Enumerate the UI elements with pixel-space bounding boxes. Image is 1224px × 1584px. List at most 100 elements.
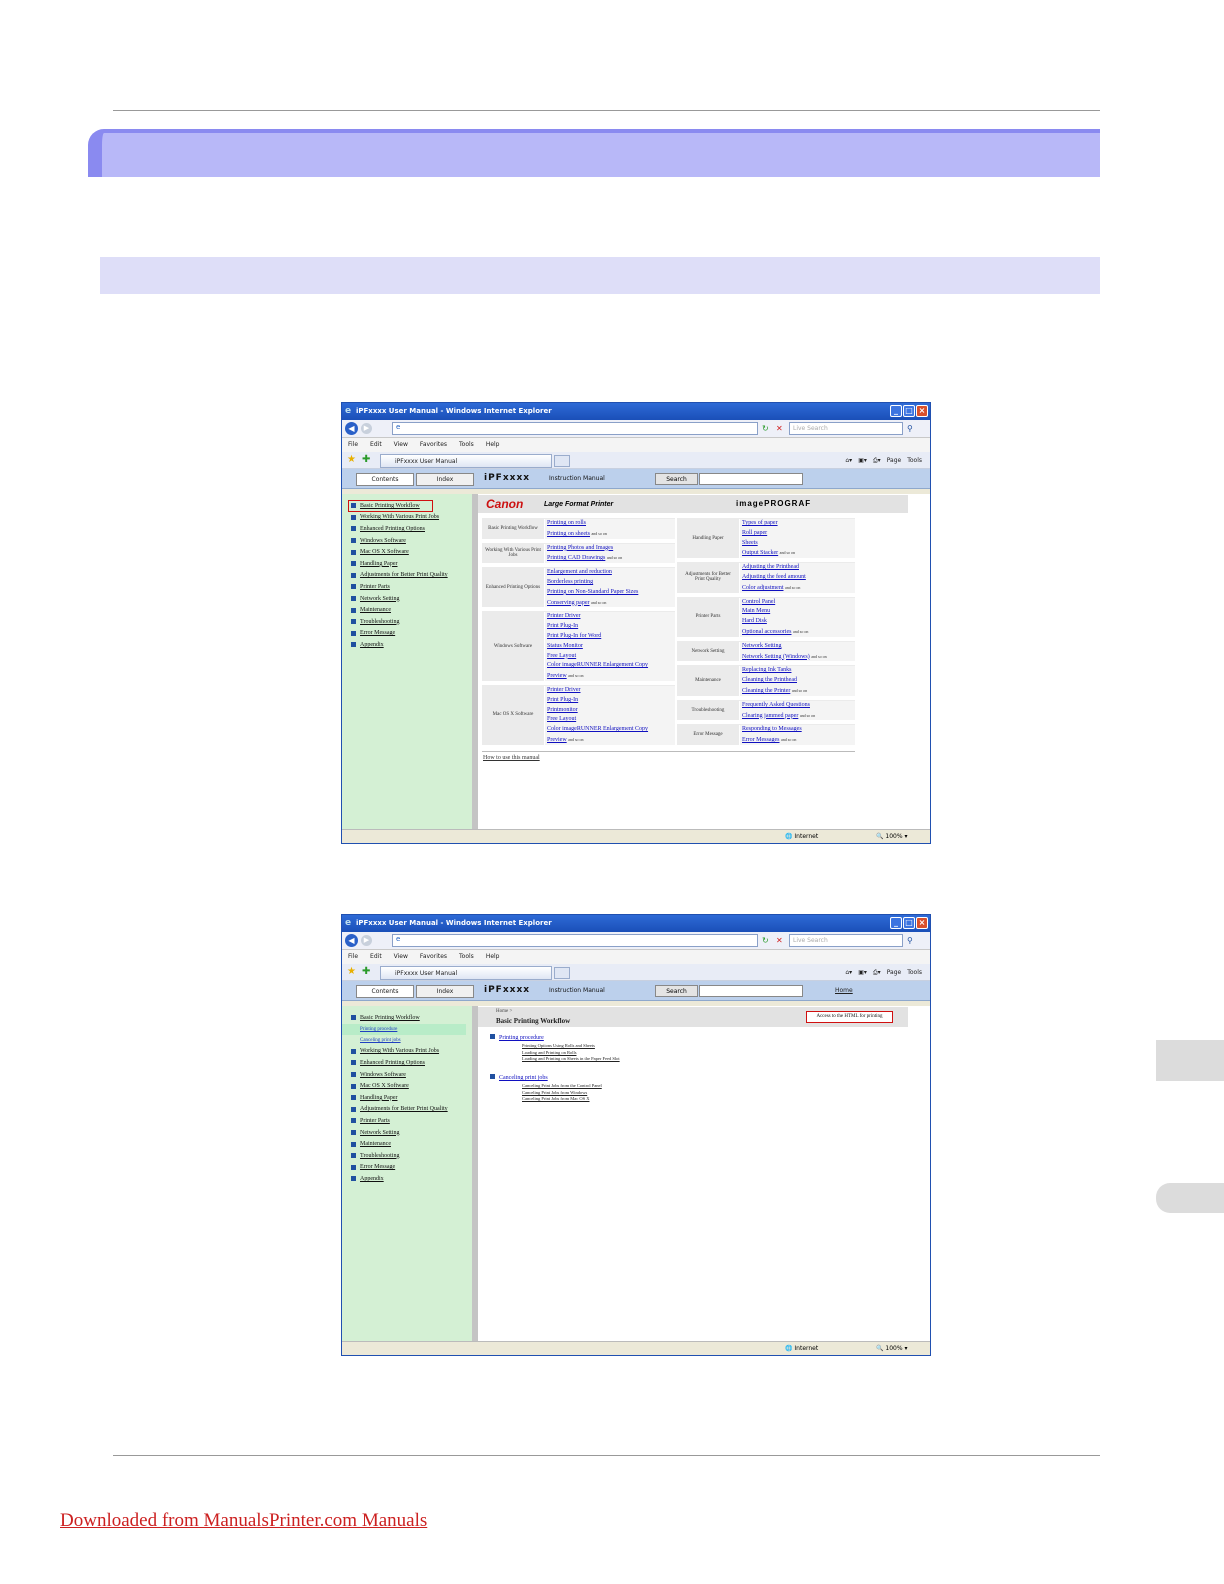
sidebar-item[interactable]: Mac OS X Software: [342, 546, 472, 558]
group-link-text[interactable]: Status Monitor: [547, 643, 583, 649]
menu-favorites[interactable]: Favorites: [420, 438, 447, 452]
stop-icon[interactable]: ✕: [776, 935, 783, 946]
search-icon[interactable]: ⚲: [907, 423, 913, 434]
add-favorites-icon[interactable]: ✚: [362, 454, 370, 466]
maximize-icon[interactable]: □: [903, 917, 915, 929]
group-link-text[interactable]: Replacing Ink Tanks: [742, 667, 791, 673]
sidebar-item[interactable]: Handling Paper: [342, 1092, 472, 1104]
howto-link[interactable]: How to use this manual: [483, 755, 540, 761]
sidebar-item[interactable]: Working With Various Print Jobs: [342, 1046, 472, 1058]
browser-tab[interactable]: iPFxxxx User Manual: [380, 966, 552, 980]
download-source-link[interactable]: Downloaded from ManualsPrinter.com Manua…: [60, 1510, 427, 1532]
group-link-text[interactable]: Color adjustment: [742, 585, 784, 591]
section-link[interactable]: Canceling Print Jobs from Mac OS X: [522, 1096, 590, 1101]
sidebar-item[interactable]: Working With Various Print Jobs: [342, 512, 472, 524]
menu-tools[interactable]: Tools: [459, 950, 474, 964]
group-link-text[interactable]: Error Messages: [742, 737, 780, 743]
group-link-text[interactable]: Clearing jammed paper: [742, 713, 798, 719]
group-link-text[interactable]: Printer Driver: [547, 687, 581, 693]
group-link-text[interactable]: Printing on Non-Standard Paper Sizes: [547, 589, 638, 595]
group-link-text[interactable]: Printing Photos and Images: [547, 545, 613, 551]
group-link-text[interactable]: Printing on sheets: [547, 531, 590, 537]
group-link[interactable]: Conserving paper and so on: [545, 598, 675, 608]
group-link-text[interactable]: Color imageRUNNER Enlargement Copy: [547, 662, 648, 668]
group-link[interactable]: Sheets: [740, 539, 855, 549]
access-html-printing-button[interactable]: Access to the HTML for printing: [806, 1011, 893, 1023]
zoom-level[interactable]: 🔍 100% ▾: [876, 1342, 907, 1355]
group-link[interactable]: Color imageRUNNER Enlargement Copy: [545, 661, 675, 671]
group-link-text[interactable]: Free Layout: [547, 653, 576, 659]
group-link-text[interactable]: Printer Driver: [547, 613, 581, 619]
forward-icon[interactable]: ▶: [361, 935, 372, 946]
feeds-icon[interactable]: ▣▾: [858, 967, 867, 978]
group-link-text[interactable]: Main Menu: [742, 608, 770, 614]
menu-tools[interactable]: Tools: [459, 438, 474, 452]
search-icon[interactable]: ⚲: [907, 935, 913, 946]
menu-favorites[interactable]: Favorites: [420, 950, 447, 964]
stop-icon[interactable]: ✕: [776, 423, 783, 434]
group-link-text[interactable]: Optional accessories: [742, 629, 791, 635]
group-link-text[interactable]: Color imageRUNNER Enlargement Copy: [547, 726, 648, 732]
group-link[interactable]: Frequently Asked Questions: [740, 701, 855, 711]
group-link-text[interactable]: Types of paper: [742, 520, 778, 526]
sidebar-item[interactable]: Printer Parts: [342, 581, 472, 593]
menu-help[interactable]: Help: [486, 438, 500, 452]
section-link[interactable]: Printing Options Using Rolls and Sheets: [522, 1043, 595, 1048]
group-link[interactable]: Responding to Messages: [740, 725, 855, 735]
section-title[interactable]: Canceling print jobs: [499, 1075, 548, 1081]
maximize-icon[interactable]: □: [903, 405, 915, 417]
sidebar-item[interactable]: Error Message: [342, 628, 472, 640]
section-heading[interactable]: Canceling print jobs: [490, 1074, 548, 1081]
group-link-text[interactable]: Cleaning the Printer: [742, 688, 790, 694]
section-link[interactable]: Canceling Print Jobs from Windows: [522, 1090, 587, 1095]
group-link-text[interactable]: Printmonitor: [547, 707, 578, 713]
group-link[interactable]: Printing Photos and Images: [545, 544, 675, 554]
group-link[interactable]: Printer Driver: [545, 686, 675, 696]
group-link[interactable]: Output Stacker and so on: [740, 548, 855, 558]
tools-menu[interactable]: Tools: [907, 967, 922, 978]
group-link[interactable]: Printer Driver: [545, 612, 675, 622]
group-link[interactable]: Printing CAD Drawings and so on: [545, 553, 675, 563]
close-icon[interactable]: ×: [916, 917, 928, 929]
minimize-icon[interactable]: _: [890, 405, 902, 417]
url-field[interactable]: e: [392, 422, 758, 435]
group-link[interactable]: Preview and so on: [545, 735, 675, 745]
group-link[interactable]: Print Plug-In for Word: [545, 632, 675, 642]
group-link-text[interactable]: Output Stacker: [742, 550, 778, 556]
sidebar-subitem[interactable]: Canceling print jobs: [342, 1035, 472, 1046]
group-link-text[interactable]: Sheets: [742, 540, 758, 546]
group-link[interactable]: Clearing jammed paper and so on: [740, 711, 855, 721]
menu-help[interactable]: Help: [486, 950, 500, 964]
home-link[interactable]: Home: [835, 987, 853, 994]
group-link-text[interactable]: Print Plug-In for Word: [547, 633, 601, 639]
group-link[interactable]: Free Layout: [545, 652, 675, 662]
zoom-level[interactable]: 🔍 100% ▾: [876, 830, 907, 843]
sidebar-item[interactable]: Windows Software: [342, 1069, 472, 1081]
group-link-text[interactable]: Preview: [547, 737, 567, 743]
group-link[interactable]: Roll paper: [740, 529, 855, 539]
group-link-text[interactable]: Preview: [547, 673, 567, 679]
sidebar-item[interactable]: Mac OS X Software: [342, 1080, 472, 1092]
print-icon[interactable]: ⎙▾: [873, 967, 881, 978]
refresh-icon[interactable]: ↻: [762, 935, 769, 946]
sidebar-item[interactable]: Network Setting: [342, 593, 472, 605]
sidebar-item[interactable]: Windows Software: [342, 535, 472, 547]
sidebar-item[interactable]: Basic Printing Workflow: [342, 1012, 472, 1024]
tab-contents[interactable]: Contents: [356, 985, 414, 998]
sidebar-item[interactable]: Adjustments for Better Print Quality: [342, 1104, 472, 1116]
group-link[interactable]: Print Plug-In: [545, 696, 675, 706]
forward-icon[interactable]: ▶: [361, 423, 372, 434]
group-link-text[interactable]: Conserving paper: [547, 600, 590, 606]
back-icon[interactable]: ◀: [345, 934, 358, 947]
group-link[interactable]: Replacing Ink Tanks: [740, 666, 855, 676]
home-icon[interactable]: ⌂▾: [845, 455, 852, 466]
url-field[interactable]: e: [392, 934, 758, 947]
tools-menu[interactable]: Tools: [907, 455, 922, 466]
favorites-star-icon[interactable]: ★: [347, 454, 356, 466]
new-tab-button[interactable]: [554, 967, 570, 979]
group-link[interactable]: Network Setting (Windows) and so on: [740, 652, 855, 662]
group-link-text[interactable]: Printing on rolls: [547, 520, 586, 526]
sidebar-item[interactable]: Enhanced Printing Options: [342, 1057, 472, 1069]
menu-edit[interactable]: Edit: [370, 950, 382, 964]
sidebar-item[interactable]: Maintenance: [342, 1138, 472, 1150]
